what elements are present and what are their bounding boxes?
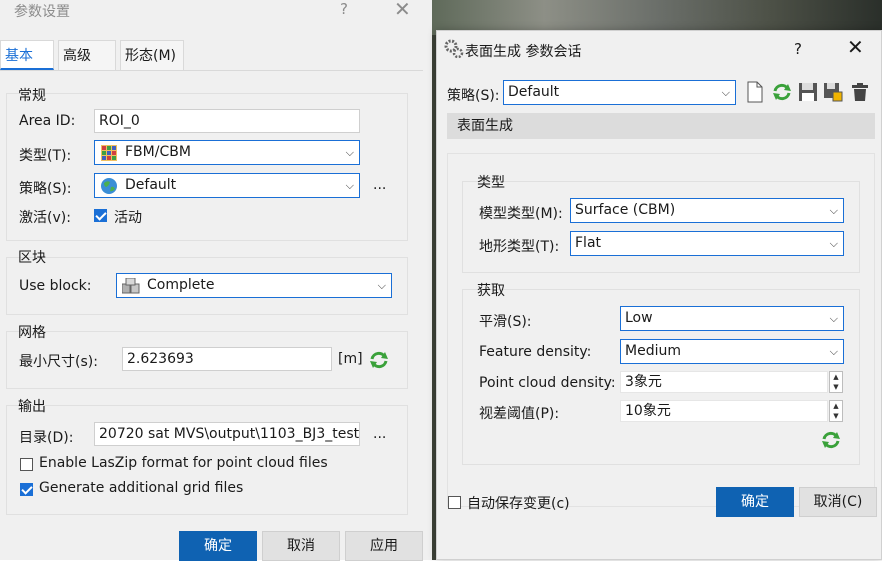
section-header: 表面生成 — [447, 113, 875, 139]
gear-icon — [444, 39, 464, 59]
strategy-select[interactable]: Default ⌵ — [94, 173, 360, 198]
tab-bar: 基本(B) 高级(A) 形态(M) — [0, 40, 432, 94]
model-type-value: Surface (CBM) — [575, 202, 676, 218]
area-id-label: Area ID: — [19, 113, 76, 129]
general-section-title: 常规 — [18, 88, 46, 104]
grid-files-checkbox[interactable] — [20, 483, 33, 496]
surface-generation-dialog: 表面生成 参数会话 ? ✕ 策略(S): Default ⌵ 表面生成 类型 模… — [436, 30, 882, 560]
left-title-bar: 参数设置 ? ✕ — [0, 0, 432, 22]
autosave-checkbox[interactable] — [448, 496, 461, 509]
directory-input[interactable]: 20720 sat MVS\output\1103_BJ3_test — [94, 422, 360, 446]
directory-label: 目录(D): — [19, 430, 74, 446]
chevron-down-icon: ⌵ — [829, 237, 838, 250]
refresh-icon[interactable] — [771, 81, 793, 103]
smooth-value: Low — [625, 310, 653, 326]
min-size-input[interactable]: 2.623693 — [122, 347, 332, 371]
cancel-button[interactable]: 取消(C) — [799, 487, 877, 517]
chevron-down-icon: ⌵ — [829, 312, 838, 325]
laszip-label: Enable LasZip format for point cloud fil… — [39, 455, 328, 471]
strategy-select[interactable]: Default ⌵ — [503, 80, 736, 105]
laszip-checkbox[interactable] — [20, 458, 33, 471]
save-icon[interactable] — [798, 82, 818, 102]
smooth-select[interactable]: Low ⌵ — [620, 306, 844, 331]
terrain-type-select[interactable]: Flat ⌵ — [570, 231, 844, 256]
min-size-unit: [m] — [338, 351, 363, 367]
output-section-title: 输出 — [18, 399, 46, 415]
feature-density-select[interactable]: Medium ⌵ — [620, 339, 844, 364]
grid-files-label: Generate additional grid files — [39, 480, 244, 496]
blocks-icon — [122, 278, 140, 294]
disparity-threshold-label: 视差阈值(P): — [479, 406, 560, 422]
refresh-icon[interactable] — [368, 349, 390, 371]
tab-basic[interactable]: 基本(B) — [0, 40, 54, 94]
apply-button[interactable]: 应用 — [345, 531, 423, 561]
acquire-section-title: 获取 — [477, 283, 505, 299]
type-section-title: 类型 — [477, 175, 505, 191]
type-section — [462, 181, 860, 273]
right-dialog-title: 表面生成 参数会话 — [465, 44, 582, 60]
disparity-threshold-stepper[interactable]: ▲ ▼ — [829, 400, 843, 422]
left-dialog-title: 参数设置 — [14, 4, 70, 20]
strategy-label: 策略(S): — [19, 181, 72, 197]
point-cloud-density-stepper[interactable]: ▲ ▼ — [829, 371, 843, 393]
ok-button[interactable]: 确定 — [716, 487, 794, 517]
ok-button[interactable]: 确定 — [179, 531, 257, 561]
use-block-value: Complete — [147, 277, 215, 293]
disparity-threshold-input[interactable]: 10象元 — [620, 400, 828, 422]
cancel-button[interactable]: 取消 — [262, 531, 340, 561]
help-button[interactable]: ? — [340, 0, 348, 18]
help-button[interactable]: ? — [794, 40, 802, 58]
grid-section-title: 网格 — [18, 325, 46, 341]
strategy-label: 策略(S): — [447, 88, 500, 104]
chevron-down-icon: ⌵ — [345, 146, 354, 159]
grid-icon — [101, 145, 117, 161]
model-type-select[interactable]: Surface (CBM) ⌵ — [570, 198, 844, 223]
terrain-type-value: Flat — [575, 235, 602, 251]
strategy-select-value: Default — [508, 84, 560, 100]
active-label: 激活(v): — [19, 210, 71, 226]
point-cloud-density-label: Point cloud density: — [479, 375, 616, 391]
tab-advanced[interactable]: 高级(A) — [58, 40, 116, 94]
new-file-icon[interactable] — [746, 81, 764, 103]
chevron-down-icon: ⌵ — [721, 86, 730, 99]
strategy-more-button[interactable]: ... — [373, 177, 386, 193]
close-icon[interactable]: ✕ — [847, 35, 864, 59]
use-block-label: Use block: — [19, 278, 92, 294]
type-select[interactable]: FBM/CBM ⌵ — [94, 140, 360, 165]
model-type-label: 模型类型(M): — [479, 206, 563, 222]
active-checkbox[interactable] — [94, 209, 107, 222]
chevron-down-icon: ⌵ — [345, 179, 354, 192]
type-label: 类型(T): — [19, 148, 72, 164]
tab-morphology[interactable]: 形态(M) — [120, 40, 184, 70]
type-select-value: FBM/CBM — [125, 144, 191, 160]
chevron-down-icon: ⌵ — [829, 345, 838, 358]
globe-icon — [101, 178, 117, 194]
directory-browse-button[interactable]: ... — [373, 426, 386, 442]
delete-icon[interactable] — [850, 82, 870, 102]
feature-density-value: Medium — [625, 343, 681, 359]
feature-density-label: Feature density: — [479, 344, 592, 360]
close-icon[interactable]: ✕ — [394, 0, 411, 21]
active-checkbox-label: 活动 — [114, 210, 142, 226]
smooth-label: 平滑(S): — [479, 314, 532, 330]
autosave-label: 自动保存变更(c) — [467, 496, 570, 512]
min-size-label: 最小尺寸(s): — [19, 354, 98, 370]
refresh-icon[interactable] — [820, 429, 842, 451]
area-id-input[interactable]: ROI_0 — [94, 109, 360, 133]
use-block-select[interactable]: Complete ⌵ — [116, 273, 392, 298]
chevron-down-icon: ⌵ — [377, 279, 386, 292]
terrain-type-label: 地形类型(T): — [479, 239, 560, 255]
basic-tab-pane: 常规 Area ID: ROI_0 类型(T): FBM/CBM ⌵ 策略(S)… — [0, 70, 423, 528]
block-section-title: 区块 — [18, 250, 46, 266]
parameter-settings-dialog: 参数设置 ? ✕ 基本(B) 高级(A) 形态(M) 常规 Area ID: R… — [0, 0, 432, 561]
strategy-select-value: Default — [125, 177, 177, 193]
point-cloud-density-input[interactable]: 3象元 — [620, 371, 828, 393]
chevron-down-icon: ⌵ — [829, 204, 838, 217]
save-as-icon[interactable] — [823, 82, 843, 102]
